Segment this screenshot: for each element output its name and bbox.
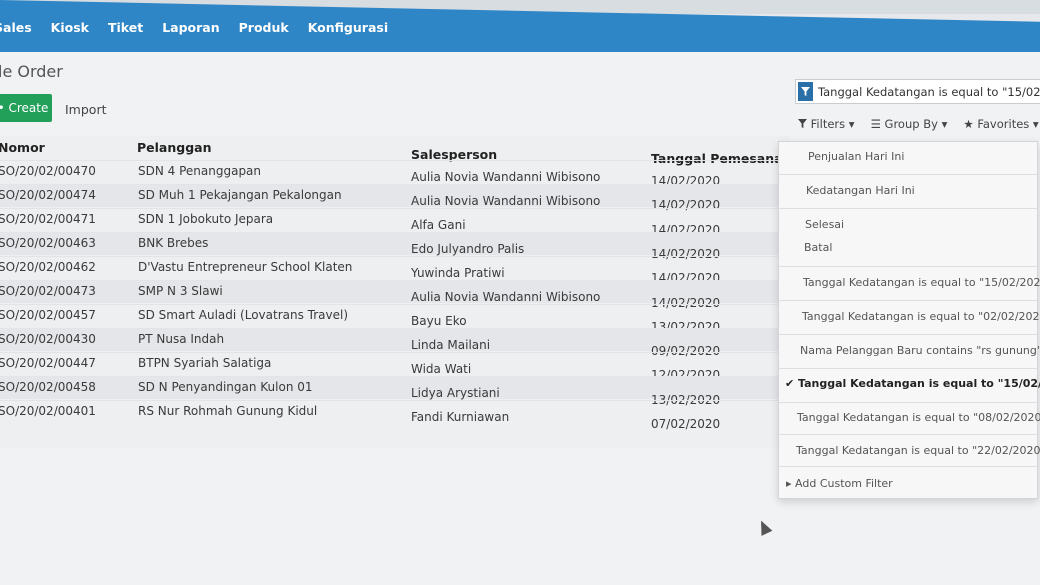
search-options: Filters ▾ ☰ Group By ▾ ★ Favorites ▾ (798, 117, 1039, 131)
groupby-button[interactable]: ☰ Group By ▾ (871, 117, 948, 131)
menu-kiosk[interactable]: Kiosk (51, 20, 89, 35)
filter-option[interactable]: Kedatangan Hari Ini (806, 184, 915, 197)
menu-produk[interactable]: Produk (239, 20, 289, 35)
list-icon: ☰ (870, 117, 881, 131)
menu-sales[interactable]: Sales (0, 20, 32, 35)
order-number: SO/20/02/00462 (0, 260, 96, 274)
menu-divider (778, 266, 1038, 267)
favorites-button[interactable]: ★ Favorites ▾ (963, 117, 1038, 131)
filter-option[interactable]: Nama Pelanggan Baru contains "rs gunung" (800, 344, 1040, 357)
customer-name: SDN 1 Jobokuto Jepara (138, 212, 274, 226)
customer-name: SD N Penyandingan Kulon 01 (138, 380, 313, 394)
menu-divider (778, 300, 1038, 301)
filter-option[interactable]: Batal (804, 241, 832, 254)
customer-name: BTPN Syariah Salatiga (138, 356, 272, 370)
order-number: SO/20/02/00470 (0, 164, 96, 178)
filter-option[interactable]: Tanggal Kedatangan is equal to "08/02/20… (797, 411, 1040, 424)
menu-laporan[interactable]: Laporan (162, 20, 219, 35)
filter-option[interactable]: Penjualan Hari Ini (808, 150, 904, 163)
main-menu: Sales Kiosk Tiket Laporan Produk Konfigu… (0, 20, 388, 35)
menu-divider (778, 434, 1038, 435)
search-facet[interactable]: Tanggal Kedatangan is equal to "15/02/20… (818, 85, 1040, 99)
salesperson-name: Fandi Kurniawan (411, 410, 510, 424)
order-number: SO/20/02/00401 (0, 404, 96, 418)
menu-tiket[interactable]: Tiket (108, 20, 143, 35)
filter-option[interactable]: Tanggal Kedatangan is equal to "02/02/20… (802, 310, 1040, 323)
filter-option[interactable]: Selesai (805, 218, 844, 231)
filter-icon (798, 119, 807, 128)
salesperson-name: Yuwinda Pratiwi (411, 266, 505, 280)
salesperson-name: Alfa Gani (411, 218, 466, 232)
filter-icon (798, 82, 813, 101)
filter-option-label: Penjualan Hari Ini (808, 150, 905, 163)
salesperson-name: Bayu Eko (411, 314, 467, 328)
filter-option-label: Tanggal Kedatangan is equal to "02/02/20… (802, 310, 1040, 323)
order-number: SO/20/02/00463 (0, 236, 96, 250)
menu-divider (778, 368, 1038, 369)
customer-name: PT Nusa Indah (138, 332, 225, 346)
order-number: SO/20/02/00430 (0, 332, 96, 346)
order-number: SO/20/02/00447 (0, 356, 96, 370)
menu-konfigurasi[interactable]: Konfigurasi (308, 20, 388, 35)
filter-option[interactable]: Tanggal Kedatangan is equal to "15/02/20… (803, 276, 1040, 289)
customer-name: BNK Brebes (138, 236, 209, 250)
filter-option[interactable]: Tanggal Kedatangan is equal to "22/02/20… (796, 444, 1040, 457)
menu-divider (778, 466, 1038, 467)
customer-name: SD Smart Auladi (Lovatrans Travel) (138, 308, 349, 322)
column-header-nomor[interactable]: Nomor (0, 140, 45, 155)
salesperson-name: Lidya Arystiani (411, 386, 500, 400)
customer-name: SMP N 3 Slawi (138, 284, 223, 298)
menu-divider (778, 174, 1038, 175)
filter-option-label: Tanggal Kedatangan is equal to "15/02/20… (803, 276, 1040, 289)
filter-option-label: Nama Pelanggan Baru contains "rs gunung" (800, 344, 1040, 357)
create-button[interactable]: • Create (0, 94, 52, 122)
customer-name: RS Nur Rohmah Gunung Kidul (138, 404, 318, 418)
filter-option-label: Kedatangan Hari Ini (806, 184, 915, 197)
page-title: le Order (0, 62, 63, 81)
order-number: SO/20/02/00458 (0, 380, 96, 394)
filter-option-label: Add Custom Filter (795, 477, 893, 490)
salesperson-name: Aulia Novia Wandanni Wibisono (411, 170, 601, 184)
filter-option-label: Tanggal Kedatangan is equal to "15/02/20… (798, 377, 1040, 390)
order-number: SO/20/02/00457 (0, 308, 96, 322)
customer-name: D'Vastu Entrepreneur School Klaten (138, 260, 353, 274)
caret-right-icon: ▸ (786, 477, 796, 490)
salesperson-name: Aulia Novia Wandanni Wibisono (411, 194, 601, 208)
filter-option-label: Selesai (805, 218, 845, 231)
search-input[interactable]: Tanggal Kedatangan is equal to "15/02/20… (795, 79, 1040, 104)
order-date: 07/02/2020 (651, 417, 721, 431)
add-custom-filter[interactable]: ▸ Add Custom Filter (786, 477, 893, 490)
order-number: SO/20/02/00471 (0, 212, 96, 226)
check-icon: ✔ (785, 377, 799, 390)
order-number: SO/20/02/00474 (0, 188, 96, 202)
customer-name: SDN 4 Penanggapan (138, 164, 262, 178)
menu-divider (778, 208, 1038, 209)
salesperson-name: Edo Julyandro Palis (411, 242, 525, 256)
customer-name: SD Muh 1 Pekajangan Pekalongan (138, 188, 342, 202)
order-number: SO/20/02/00473 (0, 284, 96, 298)
salesperson-name: Linda Mailani (411, 338, 491, 352)
menu-divider (778, 334, 1038, 335)
salesperson-name: Aulia Novia Wandanni Wibisono (411, 290, 601, 304)
filter-option[interactable]: ✔ Tanggal Kedatangan is equal to "15/02/… (785, 377, 1040, 390)
filter-option-label: Tanggal Kedatangan is equal to "22/02/20… (796, 444, 1040, 457)
import-button[interactable]: Import (65, 102, 107, 117)
menu-divider (778, 402, 1038, 403)
column-header-pelanggan[interactable]: Pelanggan (137, 140, 212, 155)
star-icon: ★ (963, 117, 974, 131)
salesperson-name: Wida Wati (411, 362, 472, 376)
filter-option-label: Tanggal Kedatangan is equal to "08/02/20… (797, 411, 1040, 424)
filter-option-label: Batal (804, 241, 833, 254)
filters-button[interactable]: Filters ▾ (798, 117, 855, 131)
